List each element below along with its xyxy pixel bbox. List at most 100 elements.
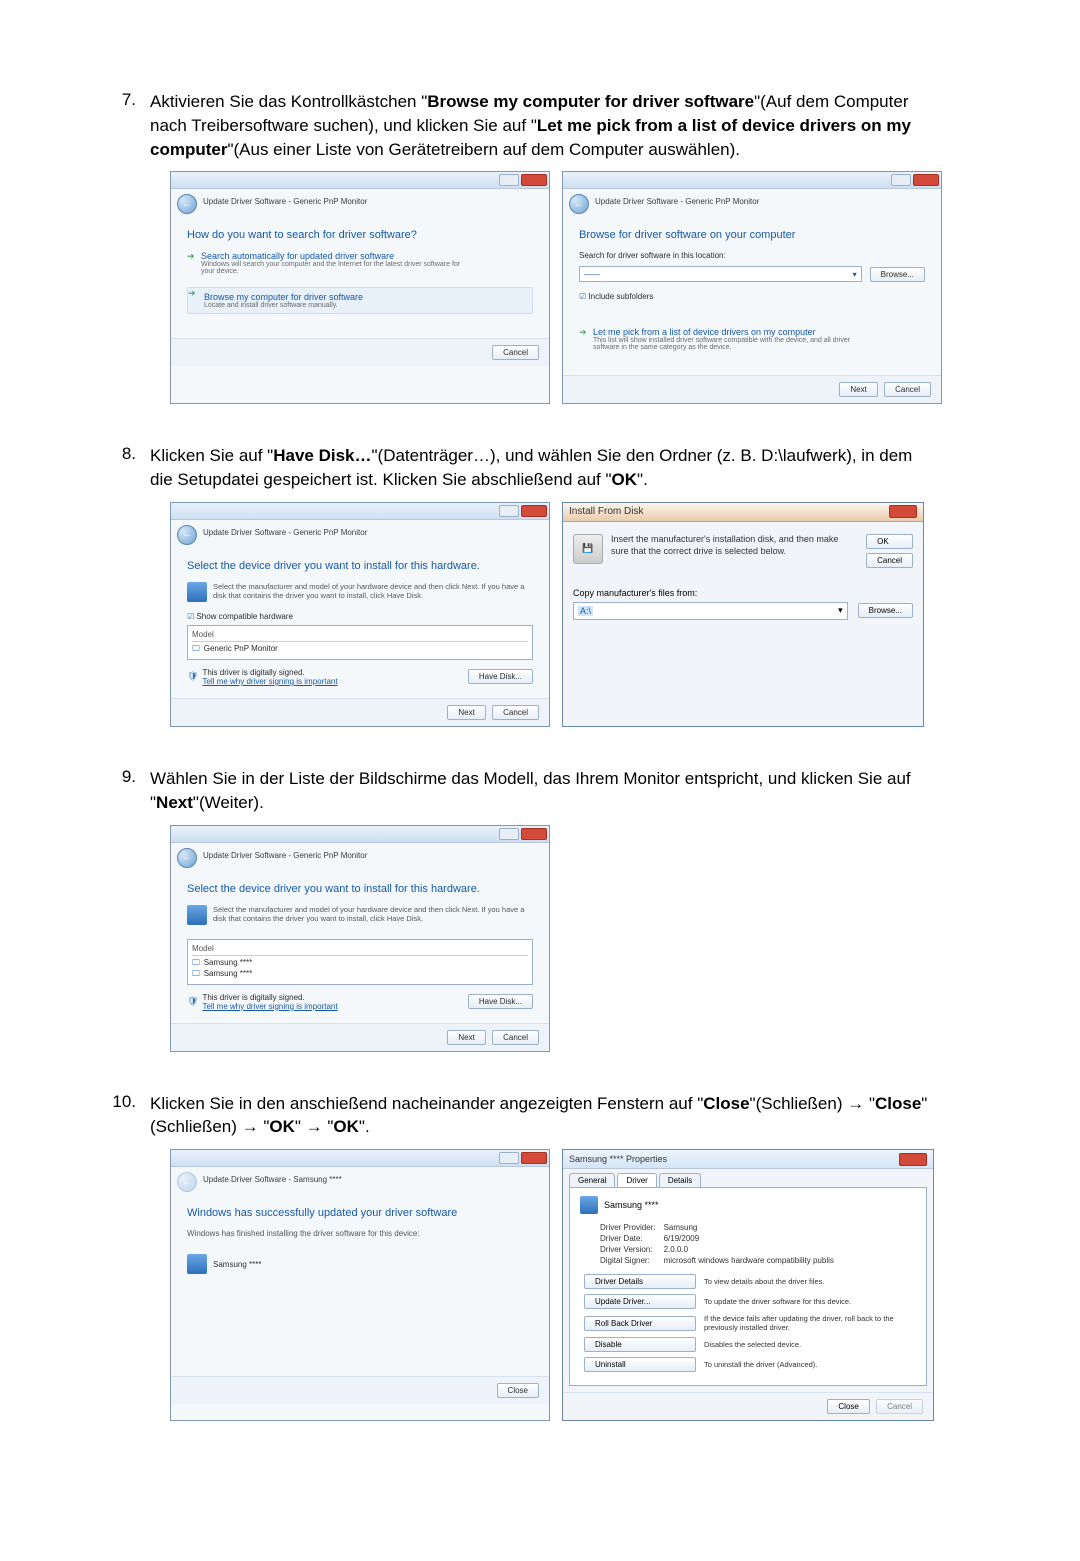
option-browse-computer[interactable]: Browse my computer for driver software L… <box>187 287 533 314</box>
have-disk-button[interactable]: Have Disk... <box>468 994 533 1009</box>
dialog-breadcrumb: Update Driver Software - Generic PnP Mon… <box>203 528 367 537</box>
list-item[interactable]: Samsung **** <box>192 969 528 979</box>
monitor-icon <box>187 582 207 602</box>
next-button[interactable]: Next <box>447 705 485 720</box>
dialog-heading: Browse for driver software on your compu… <box>579 229 925 241</box>
close-icon[interactable] <box>521 1152 547 1164</box>
signed-label: This driver is digitally signed. <box>202 668 337 677</box>
close-icon[interactable] <box>521 505 547 517</box>
copy-from-label: Copy manufacturer's files from: <box>573 588 913 598</box>
uninstall-button[interactable]: Uninstall <box>584 1357 696 1372</box>
driver-details-desc: To view details about the driver files. <box>704 1277 916 1286</box>
step-8-text: Klicken Sie auf "Have Disk…"(Datenträger… <box>150 444 930 492</box>
search-location-label: Search for driver software in this locat… <box>579 251 925 260</box>
next-button[interactable]: Next <box>839 382 877 397</box>
signing-info-link[interactable]: Tell me why driver signing is important <box>202 1002 337 1011</box>
dialog-breadcrumb: Update Driver Software - Generic PnP Mon… <box>595 197 759 206</box>
dialog-heading: Select the device driver you want to ins… <box>187 883 533 895</box>
next-button[interactable]: Next <box>447 1030 485 1045</box>
step-10-text: Klicken Sie in den anschießend nacheinan… <box>150 1092 930 1140</box>
step-9-text: Wählen Sie in der Liste der Bildschirme … <box>150 767 930 815</box>
minimize-icon[interactable] <box>499 828 519 840</box>
tab-driver[interactable]: Driver <box>617 1173 656 1187</box>
step-7-text: Aktivieren Sie das Kontrollkästchen "Bro… <box>150 90 930 161</box>
location-input[interactable]: ——▾ <box>579 266 862 282</box>
option-search-auto[interactable]: Search automatically for updated driver … <box>187 251 533 275</box>
show-compatible-checkbox[interactable]: Show compatible hardware <box>187 612 533 621</box>
cancel-button[interactable]: Cancel <box>492 345 539 360</box>
dialog-heading: Select the device driver you want to ins… <box>187 560 533 572</box>
minimize-icon[interactable] <box>499 505 519 517</box>
signing-info-link[interactable]: Tell me why driver signing is important <box>202 677 337 686</box>
model-column-header: Model <box>192 944 528 956</box>
rollback-driver-button[interactable]: Roll Back Driver <box>584 1316 696 1331</box>
browse-button[interactable]: Browse... <box>858 603 913 618</box>
device-name: Samsung **** <box>604 1200 659 1210</box>
dialog-select-driver: ← Update Driver Software - Generic PnP M… <box>170 502 550 727</box>
include-subfolders-checkbox[interactable]: Include subfolders <box>579 292 925 301</box>
close-icon[interactable] <box>913 174 939 186</box>
disable-button[interactable]: Disable <box>584 1337 696 1352</box>
close-icon[interactable] <box>521 174 547 186</box>
dialog-device-properties: Samsung **** Properties General Driver D… <box>562 1149 934 1421</box>
driver-info-table: Driver Provider:Samsung Driver Date:6/19… <box>600 1222 842 1266</box>
dialog-install-from-disk: Install From Disk 💾 Insert the manufactu… <box>562 502 924 727</box>
path-input[interactable]: A:\▾ <box>573 602 848 620</box>
minimize-icon[interactable] <box>499 1152 519 1164</box>
close-icon[interactable] <box>521 828 547 840</box>
option-let-me-pick[interactable]: Let me pick from a list of device driver… <box>579 327 925 351</box>
monitor-icon <box>187 905 207 925</box>
step-7-number: 7. <box>110 90 150 110</box>
browse-button[interactable]: Browse... <box>870 267 925 282</box>
rollback-driver-desc: If the device fails after updating the d… <box>704 1314 916 1332</box>
select-driver-hint: Select the manufacturer and model of you… <box>213 582 533 602</box>
close-icon[interactable] <box>899 1153 927 1166</box>
minimize-icon[interactable] <box>891 174 911 186</box>
model-column-header: Model <box>192 630 528 642</box>
dialog-title: Install From Disk <box>569 506 643 517</box>
close-icon[interactable] <box>889 505 917 518</box>
success-line: Windows has finished installing the driv… <box>187 1229 533 1238</box>
model-listbox[interactable]: Model Generic PnP Monitor <box>187 625 533 660</box>
monitor-icon <box>187 1254 207 1274</box>
have-disk-button[interactable]: Have Disk... <box>468 669 533 684</box>
step-10-number: 10. <box>110 1092 150 1112</box>
list-item[interactable]: Samsung **** <box>192 958 528 968</box>
device-name: Samsung **** <box>213 1260 261 1269</box>
disable-desc: Disables the selected device. <box>704 1340 916 1349</box>
close-button[interactable]: Close <box>497 1383 539 1398</box>
back-icon[interactable]: ← <box>177 525 197 545</box>
update-driver-button[interactable]: Update Driver... <box>584 1294 696 1309</box>
select-driver-hint: Select the manufacturer and model of you… <box>213 905 533 925</box>
tab-details[interactable]: Details <box>659 1173 701 1187</box>
cancel-button[interactable]: Cancel <box>492 705 539 720</box>
uninstall-desc: To uninstall the driver (Advanced). <box>704 1360 916 1369</box>
cancel-button[interactable]: Cancel <box>866 553 913 568</box>
dialog-heading: Windows has successfully updated your dr… <box>187 1207 533 1219</box>
dialog-browse-location: ← Update Driver Software - Generic PnP M… <box>562 171 942 404</box>
model-listbox[interactable]: Model Samsung **** Samsung **** <box>187 939 533 985</box>
dialog-select-model: ← Update Driver Software - Generic PnP M… <box>170 825 550 1052</box>
dialog-update-success: ← Update Driver Software - Samsung **** … <box>170 1149 550 1421</box>
cancel-button: Cancel <box>876 1399 923 1414</box>
monitor-icon <box>580 1196 598 1214</box>
cancel-button[interactable]: Cancel <box>884 382 931 397</box>
steps-list: 7. Aktivieren Sie das Kontrollkästchen "… <box>110 90 1000 1421</box>
ok-button[interactable]: OK <box>866 534 913 549</box>
update-driver-desc: To update the driver software for this d… <box>704 1297 916 1306</box>
step-9-number: 9. <box>110 767 150 787</box>
list-item[interactable]: Generic PnP Monitor <box>192 644 528 654</box>
dialog-breadcrumb: Update Driver Software - Generic PnP Mon… <box>203 851 367 860</box>
cancel-button[interactable]: Cancel <box>492 1030 539 1045</box>
disk-icon: 💾 <box>573 534 603 564</box>
tab-general[interactable]: General <box>569 1173 615 1187</box>
driver-details-button[interactable]: Driver Details <box>584 1274 696 1289</box>
signed-label: This driver is digitally signed. <box>202 993 337 1002</box>
dialog-breadcrumb: Update Driver Software - Generic PnP Mon… <box>203 197 367 206</box>
dialog-title: Samsung **** Properties <box>569 1154 667 1164</box>
back-icon[interactable]: ← <box>177 848 197 868</box>
minimize-icon[interactable] <box>499 174 519 186</box>
dialog-breadcrumb: Update Driver Software - Samsung **** <box>203 1175 342 1184</box>
close-button[interactable]: Close <box>827 1399 869 1414</box>
dialog-heading: How do you want to search for driver sof… <box>187 229 533 241</box>
